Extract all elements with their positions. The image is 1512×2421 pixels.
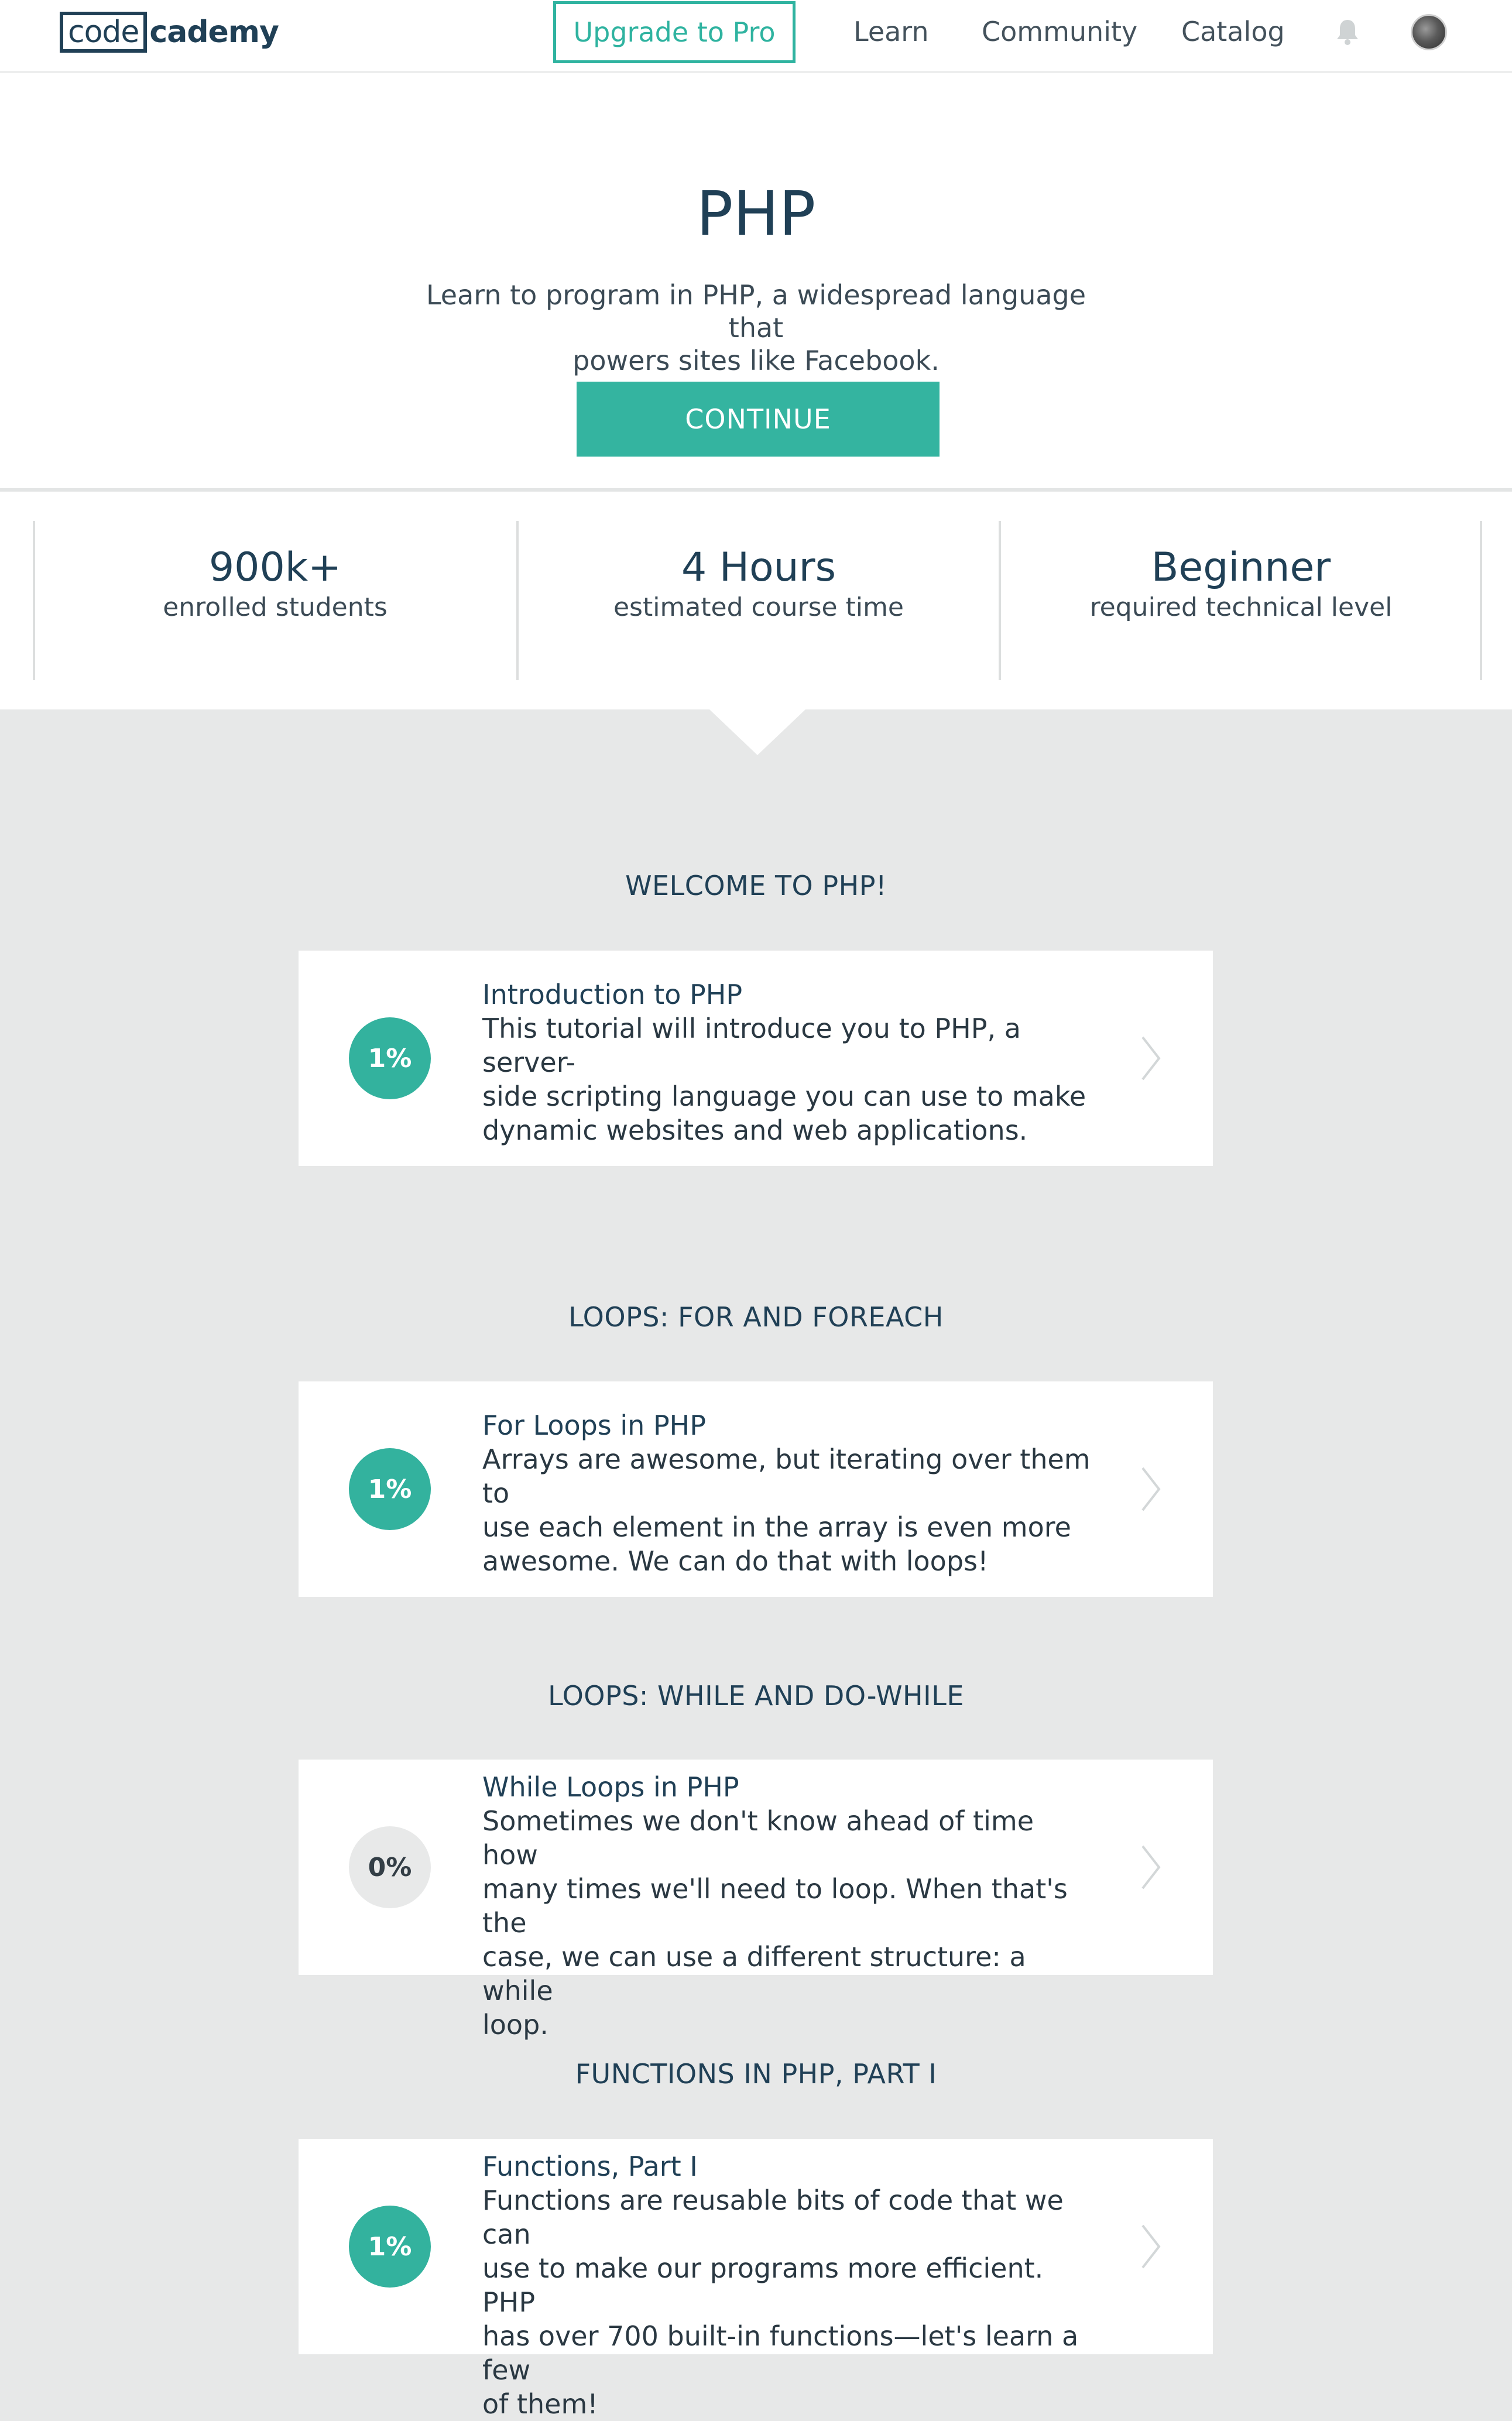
section-pointer-arrow bbox=[709, 709, 805, 755]
stat-value: 900k+ bbox=[208, 544, 342, 591]
course-description: Learn to program in PHP, a widespread la… bbox=[410, 279, 1102, 377]
section-title: LOOPS: WHILE AND DO-WHILE bbox=[548, 1680, 964, 1712]
lesson-description: Functions are reusable bits of code that… bbox=[482, 2183, 1091, 2421]
lesson-text: Functions, Part I Functions are reusable… bbox=[482, 2149, 1091, 2421]
nav-community[interactable]: Community bbox=[982, 14, 1137, 49]
stat-value: Beginner bbox=[1151, 544, 1331, 591]
avatar[interactable] bbox=[1411, 14, 1447, 50]
lesson-title: For Loops in PHP bbox=[482, 1410, 707, 1441]
lesson-title: Functions, Part I bbox=[482, 2151, 698, 2182]
logo-rest-text: cademy bbox=[149, 15, 279, 50]
lesson-description: Sometimes we don't know ahead of time ho… bbox=[482, 1804, 1091, 2042]
stat-enrolled: 900k+ enrolled students bbox=[35, 544, 515, 624]
stat-course-time: 4 Hours estimated course time bbox=[519, 544, 999, 624]
lesson-text: For Loops in PHP Arrays are awesome, but… bbox=[482, 1408, 1091, 1578]
lesson-description-line: Functions are reusable bits of code that… bbox=[482, 2185, 1064, 2250]
page-title: PHP bbox=[696, 178, 816, 249]
lesson-description: Arrays are awesome, but iterating over t… bbox=[482, 1442, 1091, 1578]
stat-level: Beginner required technical level bbox=[1001, 544, 1481, 624]
lesson-description-line: case, we can use a different structure: … bbox=[482, 1941, 1026, 2007]
lesson-description-line: Arrays are awesome, but iterating over t… bbox=[482, 1443, 1091, 1509]
divider bbox=[0, 488, 1512, 491]
lesson-description-line: many times we'll need to loop. When that… bbox=[482, 1873, 1068, 1939]
top-navigation-bar: code cademy Upgrade to Pro Learn Communit… bbox=[0, 0, 1512, 73]
section-title: LOOPS: FOR AND FOREACH bbox=[568, 1301, 944, 1333]
lesson-title: Introduction to PHP bbox=[482, 979, 743, 1010]
section-title: WELCOME TO PHP! bbox=[625, 870, 887, 901]
lesson-description-line: has over 700 built-in functions—let's le… bbox=[482, 2320, 1079, 2386]
chevron-right-icon[interactable] bbox=[1139, 2223, 1163, 2270]
lesson-text: Introduction to PHP This tutorial will i… bbox=[482, 978, 1091, 1147]
continue-button[interactable]: CONTINUE bbox=[577, 382, 940, 457]
nav-catalog[interactable]: Catalog bbox=[1181, 14, 1285, 49]
course-description-line: powers sites like Facebook. bbox=[572, 345, 940, 376]
lesson-description-line: awesome. We can do that with loops! bbox=[482, 1545, 989, 1577]
progress-badge: 1% bbox=[349, 1448, 431, 1530]
lesson-description-line: dynamic websites and web applications. bbox=[482, 1115, 1028, 1146]
lesson-text: While Loops in PHP Sometimes we don't kn… bbox=[482, 1770, 1091, 2042]
lesson-title: While Loops in PHP bbox=[482, 1771, 739, 1803]
stat-value: 4 Hours bbox=[681, 544, 836, 591]
lesson-card[interactable]: 1% For Loops in PHP Arrays are awesome, … bbox=[299, 1381, 1213, 1597]
nav-learn[interactable]: Learn bbox=[853, 14, 929, 49]
codecademy-logo[interactable]: code cademy bbox=[60, 12, 279, 53]
course-hero: PHP Learn to program in PHP, a widesprea… bbox=[0, 73, 1512, 489]
bell-icon[interactable] bbox=[1335, 18, 1360, 46]
lesson-description-line: This tutorial will introduce you to PHP,… bbox=[482, 1013, 1021, 1078]
course-stats: 900k+ enrolled students 4 Hours estimate… bbox=[0, 492, 1512, 709]
course-description-line: Learn to program in PHP, a widespread la… bbox=[426, 279, 1086, 344]
logo-box-text: code bbox=[60, 12, 148, 53]
progress-badge: 1% bbox=[349, 2206, 431, 2288]
upgrade-to-pro-button[interactable]: Upgrade to Pro bbox=[553, 1, 796, 63]
chevron-right-icon[interactable] bbox=[1139, 1844, 1163, 1891]
lesson-card[interactable]: 1% Functions, Part I Functions are reusa… bbox=[299, 2139, 1213, 2420]
stat-label: required technical level bbox=[1089, 592, 1393, 622]
lesson-description-line: loop. bbox=[482, 2009, 548, 2041]
stat-label: estimated course time bbox=[613, 592, 904, 622]
progress-badge: 0% bbox=[349, 1826, 431, 1908]
chevron-right-icon[interactable] bbox=[1139, 1466, 1163, 1513]
lesson-description-line: of them! bbox=[482, 2388, 598, 2420]
lesson-description-line: use each element in the array is even mo… bbox=[482, 1511, 1071, 1543]
lesson-card[interactable]: 1% Introduction to PHP This tutorial wil… bbox=[299, 951, 1213, 1166]
lesson-description: This tutorial will introduce you to PHP,… bbox=[482, 1011, 1091, 1147]
lesson-description-line: side scripting language you can use to m… bbox=[482, 1081, 1086, 1112]
stat-label: enrolled students bbox=[163, 592, 388, 622]
lesson-card[interactable]: 0% While Loops in PHP Sometimes we don't… bbox=[299, 1760, 1213, 2041]
lesson-description-line: Sometimes we don't know ahead of time ho… bbox=[482, 1805, 1034, 1871]
progress-badge: 1% bbox=[349, 1017, 431, 1099]
lesson-description-line: use to make our programs more efficient.… bbox=[482, 2252, 1044, 2318]
section-title: FUNCTIONS IN PHP, PART I bbox=[575, 2058, 937, 2090]
chevron-right-icon[interactable] bbox=[1139, 1035, 1163, 1082]
